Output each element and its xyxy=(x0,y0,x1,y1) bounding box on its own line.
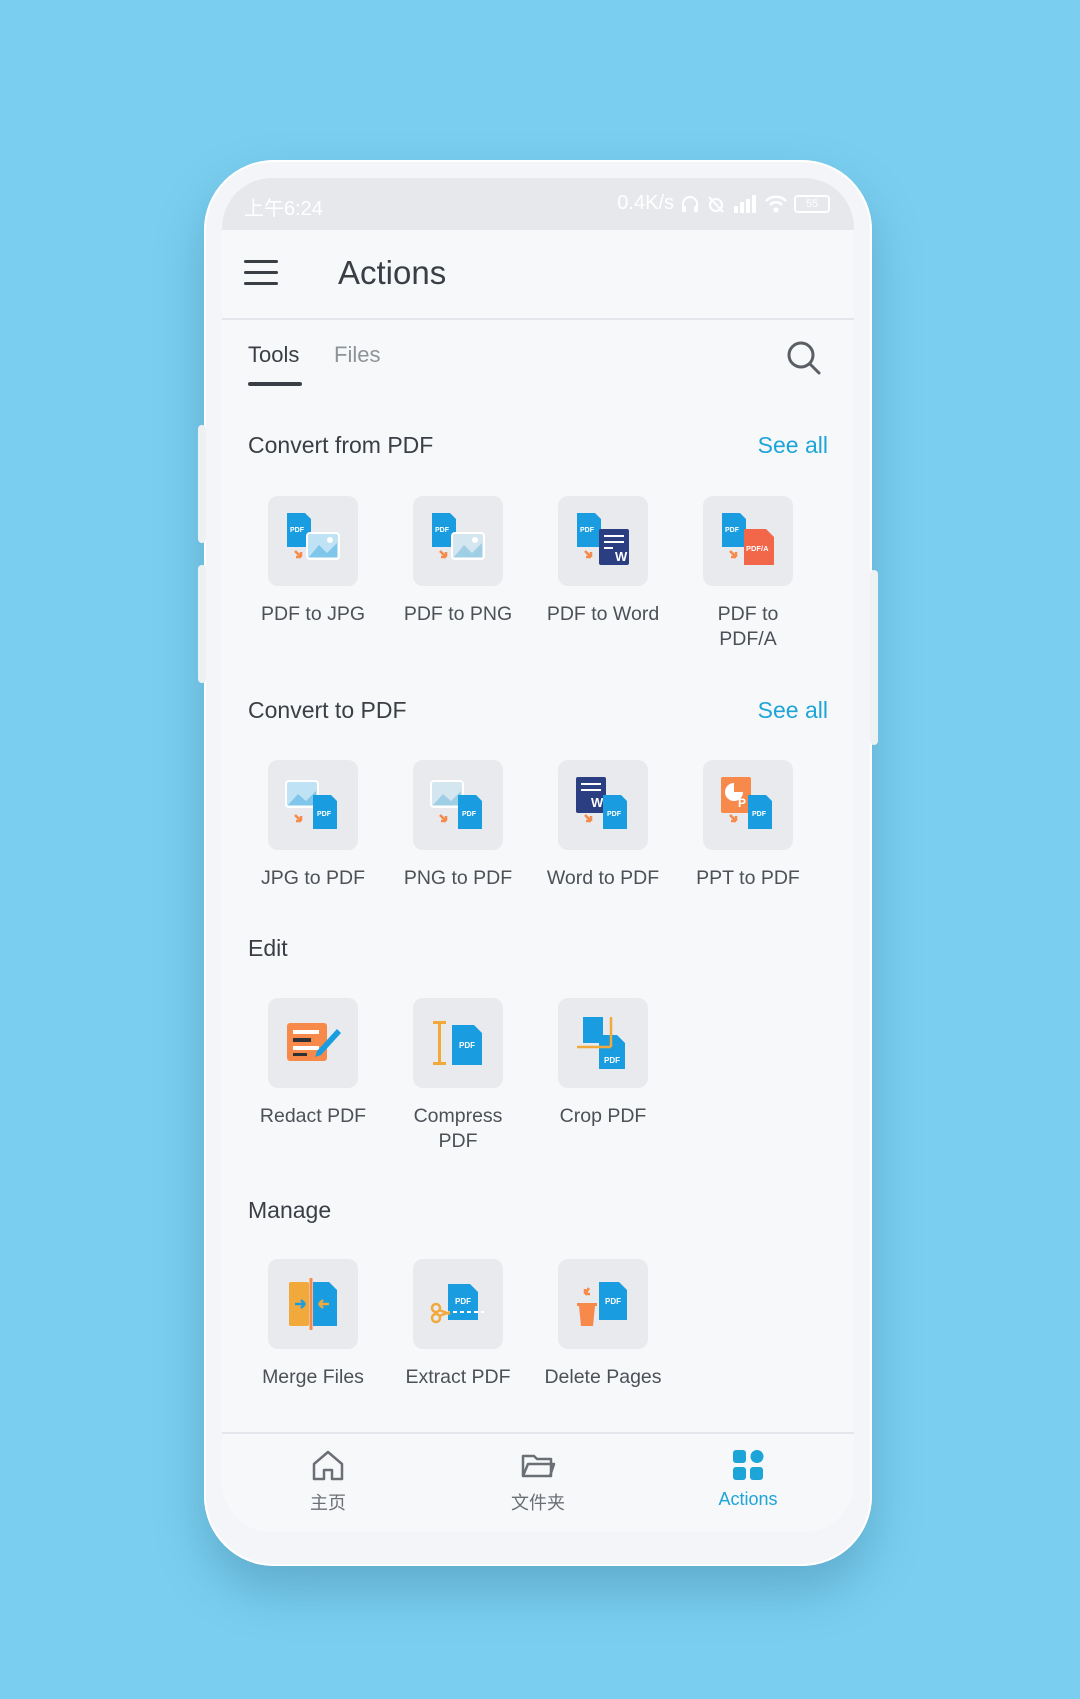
pdf-to-word-icon: W PDF xyxy=(558,496,648,586)
phone-volume-button xyxy=(198,425,206,543)
phone-frame: 上午6:24 0.4K/s 55 Actions Tools Files Con… xyxy=(198,160,878,1566)
svg-text:PDF: PDF xyxy=(752,811,767,818)
svg-text:P: P xyxy=(738,796,746,810)
status-bar: 上午6:24 0.4K/s 55 xyxy=(222,178,854,230)
nav-folder[interactable]: 文件夹 xyxy=(478,1448,598,1515)
svg-text:PDF: PDF xyxy=(462,811,477,818)
tool-word-to-pdf[interactable]: W PDF Word to PDF xyxy=(535,760,671,891)
svg-text:PDF: PDF xyxy=(435,527,450,534)
tool-label: PPT to PDF xyxy=(696,867,800,889)
app-bar: Actions xyxy=(222,230,854,320)
svg-text:PDF: PDF xyxy=(290,527,305,534)
nav-actions[interactable]: Actions xyxy=(688,1448,808,1510)
tab-bar: Tools Files xyxy=(222,320,854,390)
tool-label: Compress PDF xyxy=(413,1105,503,1152)
tool-png-to-pdf[interactable]: PDF PNG to PDF xyxy=(390,760,526,891)
see-all-convert-to-pdf[interactable]: See all xyxy=(758,697,828,724)
tool-redact-pdf[interactable]: Redact PDF xyxy=(245,998,381,1129)
tool-merge-files[interactable]: Merge Files xyxy=(245,1259,381,1390)
phone-power-button-left xyxy=(198,565,206,683)
tool-label: PDF to PNG xyxy=(403,603,513,625)
tool-label: PDF to Word xyxy=(546,603,660,625)
tool-label: Delete Pages xyxy=(544,1366,662,1388)
nav-home-label: 主页 xyxy=(310,1493,346,1513)
phone-side-button-right xyxy=(870,570,878,745)
search-icon[interactable] xyxy=(786,340,822,376)
svg-text:PDF: PDF xyxy=(604,1056,620,1065)
tool-pdf-to-word[interactable]: W PDF PDF to Word xyxy=(535,496,671,627)
pdf-to-pdfa-icon: PDF/A PDF xyxy=(703,496,793,586)
bottom-navigation: 主页 文件夹 Actions xyxy=(222,1432,854,1532)
app-screen: 上午6:24 0.4K/s 55 Actions Tools Files Con… xyxy=(222,178,854,1532)
crop-pdf-icon: PDF xyxy=(558,998,648,1088)
svg-text:PDF: PDF xyxy=(580,527,595,534)
tool-pdf-to-png[interactable]: PDF PDF to PNG xyxy=(390,496,526,627)
network-speed: 0.4K/s xyxy=(617,192,674,214)
active-tab-indicator xyxy=(248,382,302,386)
svg-text:W: W xyxy=(615,549,628,564)
tool-label: Merge Files xyxy=(262,1366,364,1388)
section-title-convert-to-pdf: Convert to PDF xyxy=(248,697,407,723)
pdf-to-png-icon: PDF xyxy=(413,496,503,586)
merge-files-icon xyxy=(268,1259,358,1349)
actions-grid-icon xyxy=(733,1450,764,1480)
redact-pdf-icon xyxy=(268,998,358,1088)
tool-label: Extract PDF xyxy=(405,1366,511,1388)
tool-ppt-to-pdf[interactable]: P PDF PPT to PDF xyxy=(680,760,816,891)
svg-text:PDF/A: PDF/A xyxy=(746,544,769,553)
word-to-pdf-icon: W PDF xyxy=(558,760,648,850)
extract-pdf-icon: PDF xyxy=(413,1259,503,1349)
tool-label: PDF to PDF/A xyxy=(717,603,779,650)
nav-actions-label: Actions xyxy=(718,1489,778,1509)
delete-pages-icon: PDF xyxy=(558,1259,648,1349)
tool-jpg-to-pdf[interactable]: PDF JPG to PDF xyxy=(245,760,381,891)
tool-crop-pdf[interactable]: PDF Crop PDF xyxy=(535,998,671,1129)
svg-text:PDF: PDF xyxy=(607,811,622,818)
tool-label: PDF to JPG xyxy=(260,603,366,625)
tool-label: Word to PDF xyxy=(546,867,660,889)
section-title-edit: Edit xyxy=(248,935,288,961)
alarm-off-icon xyxy=(708,195,724,213)
nav-folder-label: 文件夹 xyxy=(511,1493,565,1513)
svg-text:PDF: PDF xyxy=(455,1297,471,1306)
wifi-icon xyxy=(765,195,787,212)
tool-extract-pdf[interactable]: PDF Extract PDF xyxy=(390,1259,526,1390)
section-title-convert-from-pdf: Convert from PDF xyxy=(248,432,434,458)
tool-compress-pdf[interactable]: PDF Compress PDF xyxy=(390,998,526,1154)
svg-text:PDF: PDF xyxy=(725,527,740,534)
status-icons: 0.4K/s 55 xyxy=(617,192,830,215)
tool-pdf-to-jpg[interactable]: PDF PDF to JPG xyxy=(245,496,381,627)
tool-label: Crop PDF xyxy=(559,1105,647,1127)
battery-indicator: 55 xyxy=(794,194,830,213)
page-title: Actions xyxy=(338,254,447,291)
svg-text:PDF: PDF xyxy=(459,1041,475,1050)
signal-icon xyxy=(734,194,756,213)
tool-delete-pages[interactable]: PDF Delete Pages xyxy=(535,1259,671,1390)
pdf-to-jpg-icon: PDF xyxy=(268,496,358,586)
tool-pdf-to-pdfa[interactable]: PDF/A PDF PDF to PDF/A xyxy=(680,496,816,652)
svg-text:W: W xyxy=(591,795,604,810)
section-title-manage: Manage xyxy=(248,1197,332,1223)
compress-pdf-icon: PDF xyxy=(413,998,503,1088)
png-to-pdf-icon: PDF xyxy=(413,760,503,850)
jpg-to-pdf-icon: PDF xyxy=(268,760,358,850)
status-time: 上午6:24 xyxy=(244,198,323,220)
nav-home[interactable]: 主页 xyxy=(268,1448,388,1515)
tool-label: JPG to PDF xyxy=(260,867,366,889)
see-all-convert-from-pdf[interactable]: See all xyxy=(758,432,828,459)
hamburger-menu-icon[interactable] xyxy=(244,260,278,286)
tab-files[interactable]: Files xyxy=(334,342,380,368)
tool-label: Redact PDF xyxy=(259,1105,367,1127)
tab-tools[interactable]: Tools xyxy=(248,342,299,368)
ppt-to-pdf-icon: P PDF xyxy=(703,760,793,850)
svg-text:PDF: PDF xyxy=(605,1297,621,1306)
home-icon xyxy=(312,1450,344,1481)
folder-icon xyxy=(521,1454,556,1478)
headphones-icon xyxy=(682,195,698,212)
svg-text:PDF: PDF xyxy=(317,811,332,818)
tool-label: PNG to PDF xyxy=(403,867,513,889)
